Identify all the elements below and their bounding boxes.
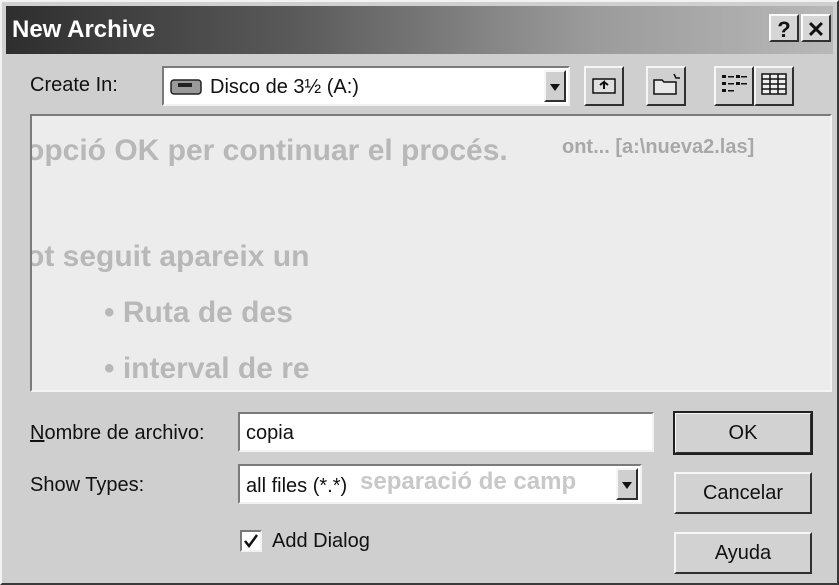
details-view-button[interactable]: [754, 66, 794, 106]
filename-value: copia: [246, 422, 294, 444]
background-text-1: opció OK per continuar el procés.: [30, 134, 508, 167]
up-one-level-icon: [591, 73, 617, 100]
filename-input[interactable]: copia: [238, 412, 654, 452]
background-bullet-1: • Ruta de des: [104, 296, 293, 329]
list-view-button[interactable]: [714, 66, 754, 106]
show-types-value: all files (*.*): [246, 475, 348, 497]
list-view-icon: [720, 72, 748, 101]
show-types-select[interactable]: all files (*.*) separació de camp: [238, 464, 642, 504]
create-in-dropdown-button[interactable]: [544, 70, 566, 102]
floppy-drive-icon: [170, 78, 204, 102]
background-bullet-2: • interval de re: [104, 352, 310, 385]
new-folder-button[interactable]: [646, 66, 686, 106]
background-text-4: separació de camp: [360, 468, 577, 495]
background-text-2: ont... [a:\nueva2.las]: [562, 136, 755, 158]
chevron-down-icon: [549, 75, 561, 98]
ok-button[interactable]: OK: [673, 411, 813, 455]
show-types-label: Show Types:: [30, 474, 145, 496]
create-in-value: Disco de 3½ (A:): [210, 76, 359, 98]
new-folder-icon: [652, 72, 680, 101]
cancel-button[interactable]: Cancelar: [674, 472, 812, 514]
new-archive-dialog: New Archive ? ✕ Create In: Disco de 3½ (…: [0, 0, 839, 585]
details-view-icon: [760, 72, 788, 101]
file-list-area[interactable]: opció OK per continuar el procés. ont...…: [30, 114, 832, 392]
title-bar[interactable]: New Archive ? ✕: [6, 6, 833, 54]
checkmark-icon: [242, 534, 260, 554]
up-one-level-button[interactable]: [584, 66, 624, 106]
filename-label-rest: ombre de archivo:: [44, 422, 205, 444]
show-types-dropdown-button[interactable]: [616, 468, 638, 500]
add-dialog-label: Add Dialog: [272, 530, 370, 552]
add-dialog-checkbox[interactable]: [240, 530, 262, 552]
dialog-title: New Archive: [12, 16, 156, 43]
create-in-combo[interactable]: Disco de 3½ (A:): [162, 66, 570, 106]
background-text-3: ot seguit apareix un: [30, 240, 310, 273]
chevron-down-icon: [621, 473, 633, 496]
create-in-label: Create In:: [30, 74, 118, 96]
help-title-button[interactable]: ?: [769, 14, 799, 42]
close-title-button[interactable]: ✕: [801, 14, 831, 42]
help-button[interactable]: Ayuda: [674, 532, 812, 574]
filename-label: Nombre de archivo:: [30, 422, 205, 444]
